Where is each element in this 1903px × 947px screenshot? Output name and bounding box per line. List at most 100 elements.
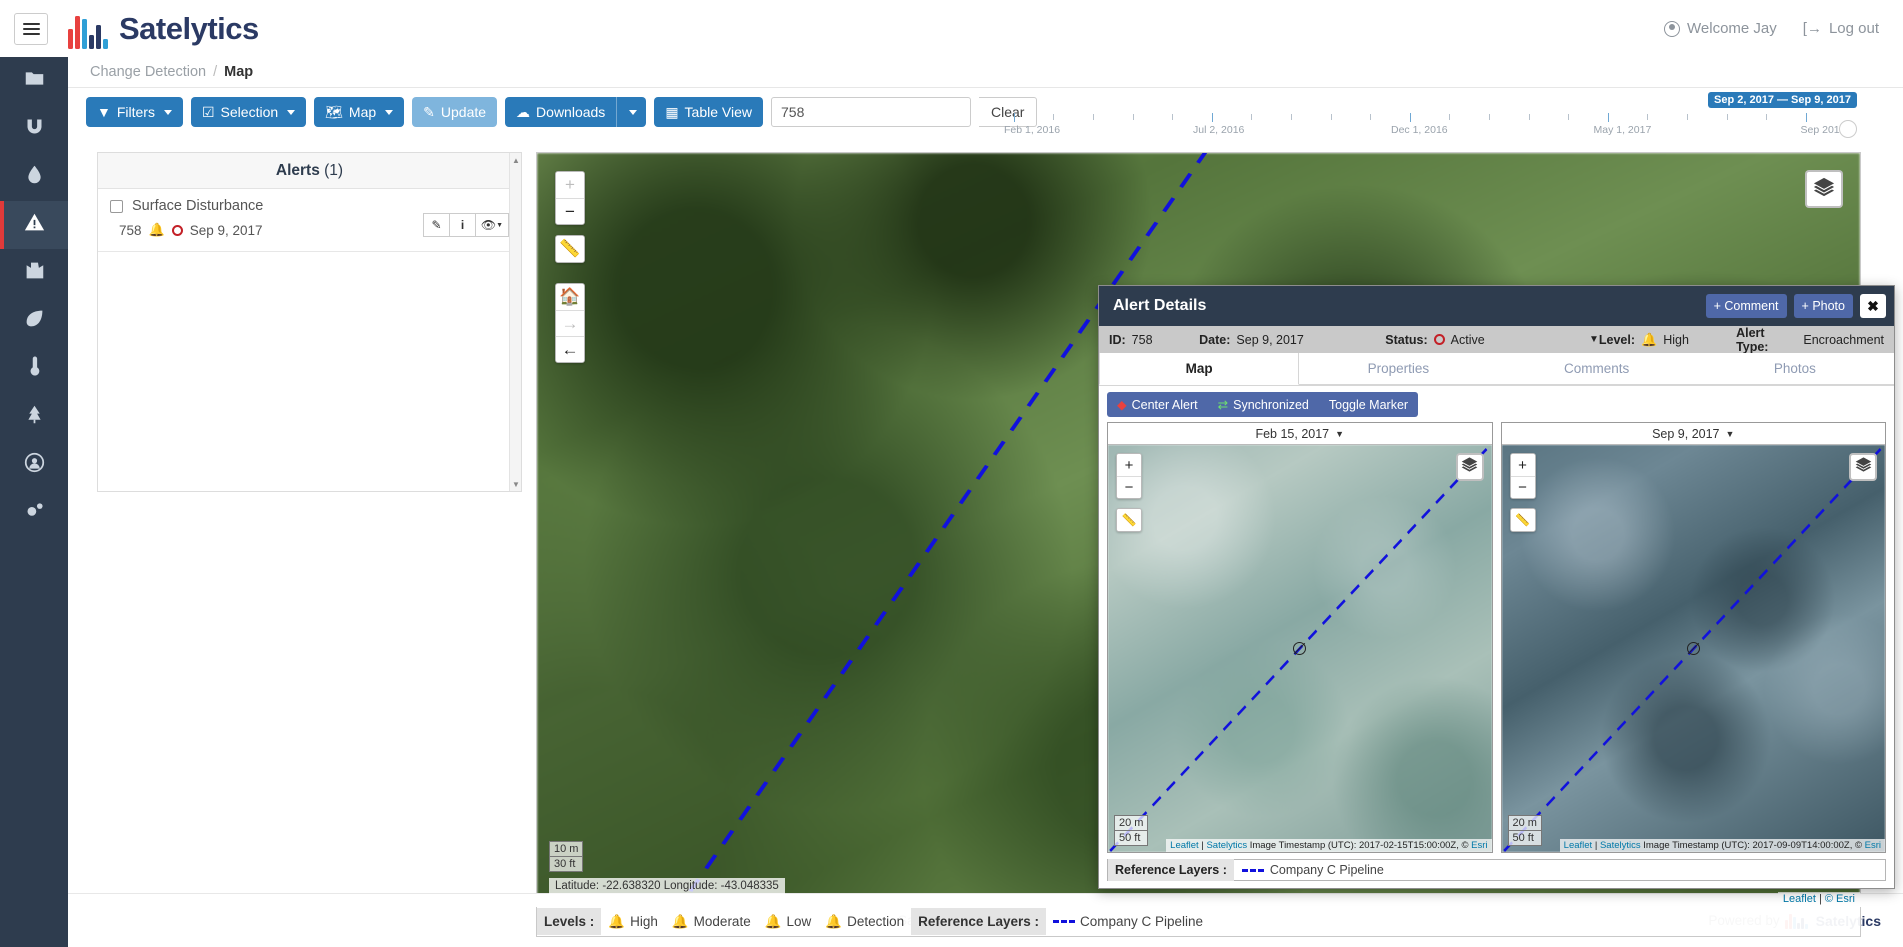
leaflet-link[interactable]: Leaflet	[1783, 893, 1816, 905]
layers-icon	[1855, 456, 1872, 478]
chevron-down-icon[interactable]: ▼	[1589, 334, 1599, 345]
ruler-icon[interactable]: 📏	[1117, 509, 1141, 531]
selection-button[interactable]: ☑ Selection	[190, 97, 307, 127]
ruler-icon[interactable]: 📏	[556, 236, 584, 262]
minimap-before-date-selector[interactable]: Feb 15, 2017 ▼	[1108, 423, 1492, 445]
hamburger-icon	[22, 20, 40, 38]
legend-moderate-label: Moderate	[693, 914, 751, 929]
alert-list-item[interactable]: Surface Disturbance 758 🔔 Sep 9, 2017 ✎ …	[98, 189, 521, 252]
sidebar-item-industrial[interactable]	[0, 249, 68, 297]
sidebar-item-projects[interactable]	[0, 57, 68, 105]
sidebar-item-magnetics[interactable]	[0, 105, 68, 153]
tab-properties[interactable]: Properties	[1299, 353, 1498, 385]
minimap-before[interactable]: Feb 15, 2017 ▼ + − 📏 20 m 50 ft Leaflet …	[1107, 422, 1493, 853]
tab-comments[interactable]: Comments	[1497, 353, 1696, 385]
back-arrow-icon[interactable]: ←	[556, 336, 584, 362]
sync-icon: ⇄	[1217, 398, 1229, 412]
timeline-slider[interactable]: Sep 2, 2017 — Sep 9, 2017 Feb 1, 2016 Ju…	[995, 90, 1895, 138]
alert-status-cell[interactable]: Status: Active ▼	[1385, 333, 1599, 347]
layers-button[interactable]	[1805, 170, 1843, 208]
minimap-after-scale-metric: 20 m	[1507, 815, 1542, 831]
map-button[interactable]: 🗺 Map	[314, 97, 405, 127]
close-icon[interactable]: ✖	[1860, 294, 1886, 318]
sidebar-item-account[interactable]	[0, 441, 68, 489]
selection-label: Selection	[220, 104, 279, 120]
search-input[interactable]	[771, 97, 971, 127]
table-view-button[interactable]: ▦ Table View	[654, 97, 763, 127]
alert-select-checkbox[interactable]	[110, 199, 123, 213]
zoom-out-button[interactable]: −	[556, 198, 584, 224]
downloads-dropdown-button[interactable]	[616, 97, 647, 127]
minimap-after-zoom-controls: + − 📏	[1509, 453, 1536, 532]
map-icon: 🗺	[325, 103, 343, 120]
toggle-marker-button[interactable]: Toggle Marker	[1319, 392, 1418, 417]
minimap-before-canvas[interactable]: + − 📏 20 m 50 ft Leaflet | Satelytics Im…	[1108, 445, 1492, 852]
forward-arrow-icon[interactable]: →	[556, 310, 584, 336]
zoom-in-button[interactable]: +	[1510, 454, 1535, 476]
diamond-icon: ◆	[1117, 398, 1127, 412]
alert-name-row: Surface Disturbance	[110, 198, 511, 214]
minimap-after-date-selector[interactable]: Sep 9, 2017 ▼	[1501, 423, 1885, 445]
sidebar-item-forestry[interactable]	[0, 393, 68, 441]
alert-name: Surface Disturbance	[132, 198, 264, 214]
add-photo-button[interactable]: + Photo	[1793, 294, 1853, 318]
esri-link[interactable]: © Esri	[1825, 893, 1855, 905]
legend-high-label: High	[630, 914, 658, 929]
layers-icon	[1813, 176, 1835, 203]
scroll-up-icon[interactable]: ▲	[511, 155, 521, 165]
sidebar-item-temperature[interactable]	[0, 345, 68, 393]
center-alert-button[interactable]: ◆ Center Alert	[1107, 392, 1208, 417]
minimap-before-layers-button[interactable]	[1455, 453, 1484, 481]
alert-id: 758	[119, 222, 142, 238]
map-scale-bar: 10 m 30 ft	[549, 841, 584, 872]
zoom-in-button[interactable]: +	[556, 172, 584, 198]
map-label: Map	[348, 104, 377, 120]
dashed-line-icon	[1241, 868, 1264, 872]
esri-link[interactable]: Esri	[1471, 840, 1487, 851]
breadcrumb-parent[interactable]: Change Detection	[90, 64, 206, 80]
update-button[interactable]: ✎ Update	[412, 97, 498, 127]
logout-button[interactable]: [→ Log out	[1803, 20, 1879, 37]
minimap-before-date: Feb 15, 2017	[1255, 426, 1330, 441]
minimap-after[interactable]: Sep 9, 2017 ▼ + − 📏 20 m 50 ft Leaflet |…	[1500, 422, 1886, 853]
satelytics-logo-icon	[68, 9, 112, 49]
user-welcome[interactable]: Welcome Jay	[1664, 20, 1777, 37]
scroll-down-icon[interactable]: ▼	[511, 479, 521, 489]
sidebar-item-alerts[interactable]	[0, 201, 68, 249]
zoom-in-button[interactable]: +	[1117, 454, 1141, 476]
alert-id-value: 758	[1131, 332, 1153, 347]
app-root: Satelytics Welcome Jay [→ Log out Change…	[0, 0, 1903, 947]
zoom-out-button[interactable]: −	[1510, 476, 1535, 498]
leaflet-link[interactable]: Leaflet	[1564, 840, 1593, 851]
minimap-after-canvas[interactable]: + − 📏 20 m 50 ft Leaflet | Satelytics Im…	[1501, 445, 1885, 852]
timeline-handle[interactable]	[1839, 120, 1857, 138]
edit-icon[interactable]: ✎	[423, 213, 450, 237]
tab-map[interactable]: Map	[1099, 353, 1300, 385]
zoom-out-button[interactable]: −	[1117, 476, 1141, 498]
minimap-after-layers-button[interactable]	[1849, 453, 1877, 481]
eye-icon[interactable]: 👁 ▼	[475, 213, 509, 237]
thermometer-icon	[24, 356, 45, 382]
filters-button[interactable]: ▼ Filters	[86, 97, 183, 127]
info-icon[interactable]: i	[449, 213, 476, 237]
home-icon[interactable]: 🏠	[556, 284, 584, 310]
sidebar-item-water[interactable]	[0, 153, 68, 201]
levels-label: Levels :	[537, 908, 602, 935]
left-sidebar	[0, 57, 68, 947]
satelytics-link[interactable]: Satelytics	[1600, 840, 1641, 851]
sidebar-item-settings[interactable]	[0, 489, 68, 537]
alerts-scrollbar[interactable]: ▲ ▼	[509, 153, 521, 491]
synchronized-button[interactable]: ⇄ Synchronized	[1208, 392, 1319, 417]
minimap-after-attribution: Leaflet | Satelytics Image Timestamp (UT…	[1559, 839, 1885, 852]
downloads-button[interactable]: ☁ Downloads	[505, 97, 617, 127]
add-comment-button[interactable]: + Comment	[1705, 294, 1787, 318]
tab-photos[interactable]: Photos	[1695, 353, 1894, 385]
top-header: Satelytics Welcome Jay [→ Log out	[0, 0, 1903, 57]
ruler-icon[interactable]: 📏	[1510, 509, 1535, 531]
center-alert-label: Center Alert	[1131, 397, 1198, 412]
menu-toggle-button[interactable]	[14, 12, 48, 45]
sidebar-item-vegetation[interactable]	[0, 297, 68, 345]
satelytics-link[interactable]: Satelytics	[1206, 840, 1247, 851]
esri-link[interactable]: Esri	[1865, 840, 1881, 851]
leaflet-link[interactable]: Leaflet	[1170, 840, 1199, 851]
